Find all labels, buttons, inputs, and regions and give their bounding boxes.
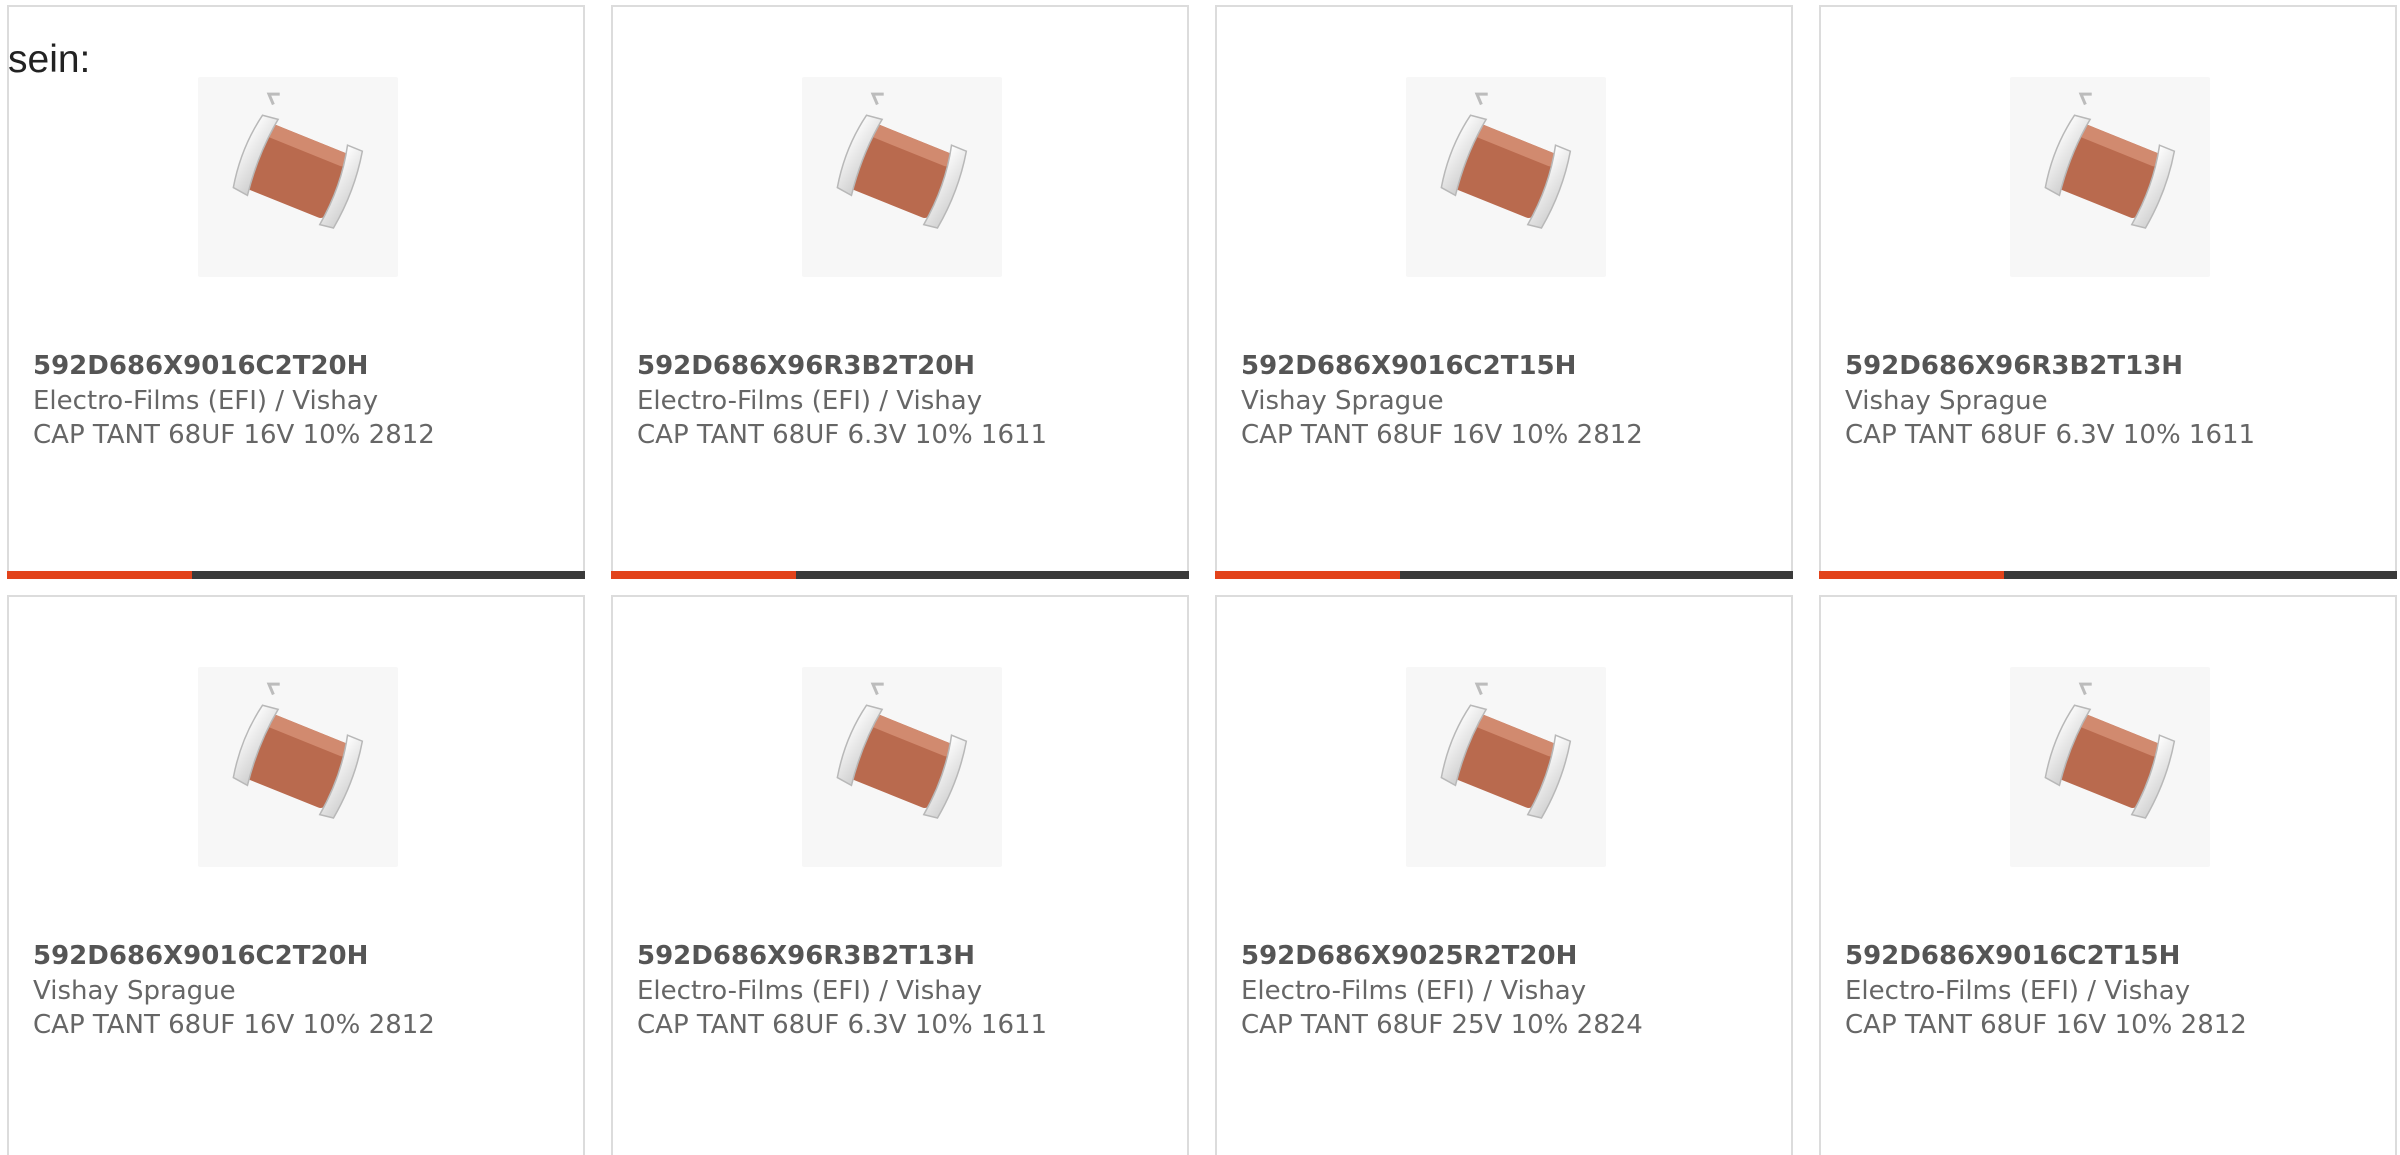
description: CAP TANT 68UF 16V 10% 2812 (1241, 420, 1643, 450)
smd-capacitor-icon (232, 682, 364, 819)
manufacturer: Electro-Films (EFI) / Vishay (1845, 976, 2191, 1006)
product-image[interactable] (198, 667, 398, 867)
product-image[interactable] (1406, 667, 1606, 867)
product-card[interactable]: 592D686X9016C2T20H Electro-Films (EFI) /… (7, 5, 585, 579)
smd-capacitor-icon (2044, 92, 2176, 229)
description: CAP TANT 68UF 16V 10% 2812 (1845, 1010, 2247, 1040)
smd-capacitor-icon (232, 92, 364, 229)
product-image[interactable] (198, 77, 398, 277)
manufacturer: Vishay Sprague (1845, 386, 2048, 416)
smd-capacitor-icon (836, 92, 968, 229)
product-card[interactable]: 592D686X9016C2T15H Electro-Films (EFI) /… (1819, 595, 2397, 1155)
progress-bar (1215, 571, 1793, 579)
description: CAP TANT 68UF 16V 10% 2812 (33, 420, 435, 450)
progress-bar-fill (1819, 571, 2004, 579)
manufacturer: Vishay Sprague (33, 976, 236, 1006)
smd-capacitor-icon (2044, 682, 2176, 819)
part-number[interactable]: 592D686X96R3B2T20H (637, 351, 975, 381)
description: CAP TANT 68UF 6.3V 10% 1611 (637, 420, 1048, 450)
part-number[interactable]: 592D686X9016C2T20H (33, 941, 368, 971)
manufacturer: Electro-Films (EFI) / Vishay (637, 386, 983, 416)
description: CAP TANT 68UF 16V 10% 2812 (33, 1010, 435, 1040)
product-card[interactable]: 592D686X96R3B2T20H Electro-Films (EFI) /… (611, 5, 1189, 579)
product-card[interactable]: 592D686X9016C2T20H Vishay Sprague CAP TA… (7, 595, 585, 1155)
description: CAP TANT 68UF 6.3V 10% 1611 (637, 1010, 1048, 1040)
progress-bar (7, 571, 585, 579)
part-number[interactable]: 592D686X9016C2T15H (1241, 351, 1576, 381)
product-image[interactable] (802, 77, 1002, 277)
manufacturer: Vishay Sprague (1241, 386, 1444, 416)
manufacturer: Electro-Films (EFI) / Vishay (1241, 976, 1587, 1006)
part-number[interactable]: 592D686X9016C2T20H (33, 351, 368, 381)
product-card[interactable]: 592D686X9025R2T20H Electro-Films (EFI) /… (1215, 595, 1793, 1155)
smd-capacitor-icon (836, 682, 968, 819)
smd-capacitor-icon (1440, 682, 1572, 819)
progress-bar (1819, 571, 2397, 579)
product-card[interactable]: 592D686X96R3B2T13H Vishay Sprague CAP TA… (1819, 5, 2397, 579)
description: CAP TANT 68UF 25V 10% 2824 (1241, 1010, 1643, 1040)
part-number[interactable]: 592D686X96R3B2T13H (637, 941, 975, 971)
product-image[interactable] (2010, 77, 2210, 277)
product-card[interactable]: 592D686X9016C2T15H Vishay Sprague CAP TA… (1215, 5, 1793, 579)
smd-capacitor-icon (1440, 92, 1572, 229)
part-number[interactable]: 592D686X9016C2T15H (1845, 941, 2180, 971)
intro-text: sein: (8, 38, 91, 81)
product-grid: 592D686X9016C2T20H Electro-Films (EFI) /… (0, 0, 2400, 1155)
progress-bar-fill (7, 571, 192, 579)
progress-bar (611, 571, 1189, 579)
manufacturer: Electro-Films (EFI) / Vishay (637, 976, 983, 1006)
description: CAP TANT 68UF 6.3V 10% 1611 (1845, 420, 2256, 450)
product-card[interactable]: 592D686X96R3B2T13H Electro-Films (EFI) /… (611, 595, 1189, 1155)
product-image[interactable] (2010, 667, 2210, 867)
progress-bar-fill (611, 571, 796, 579)
product-image[interactable] (802, 667, 1002, 867)
part-number[interactable]: 592D686X96R3B2T13H (1845, 351, 2183, 381)
part-number[interactable]: 592D686X9025R2T20H (1241, 941, 1577, 971)
progress-bar-fill (1215, 571, 1400, 579)
product-image[interactable] (1406, 77, 1606, 277)
manufacturer: Electro-Films (EFI) / Vishay (33, 386, 379, 416)
